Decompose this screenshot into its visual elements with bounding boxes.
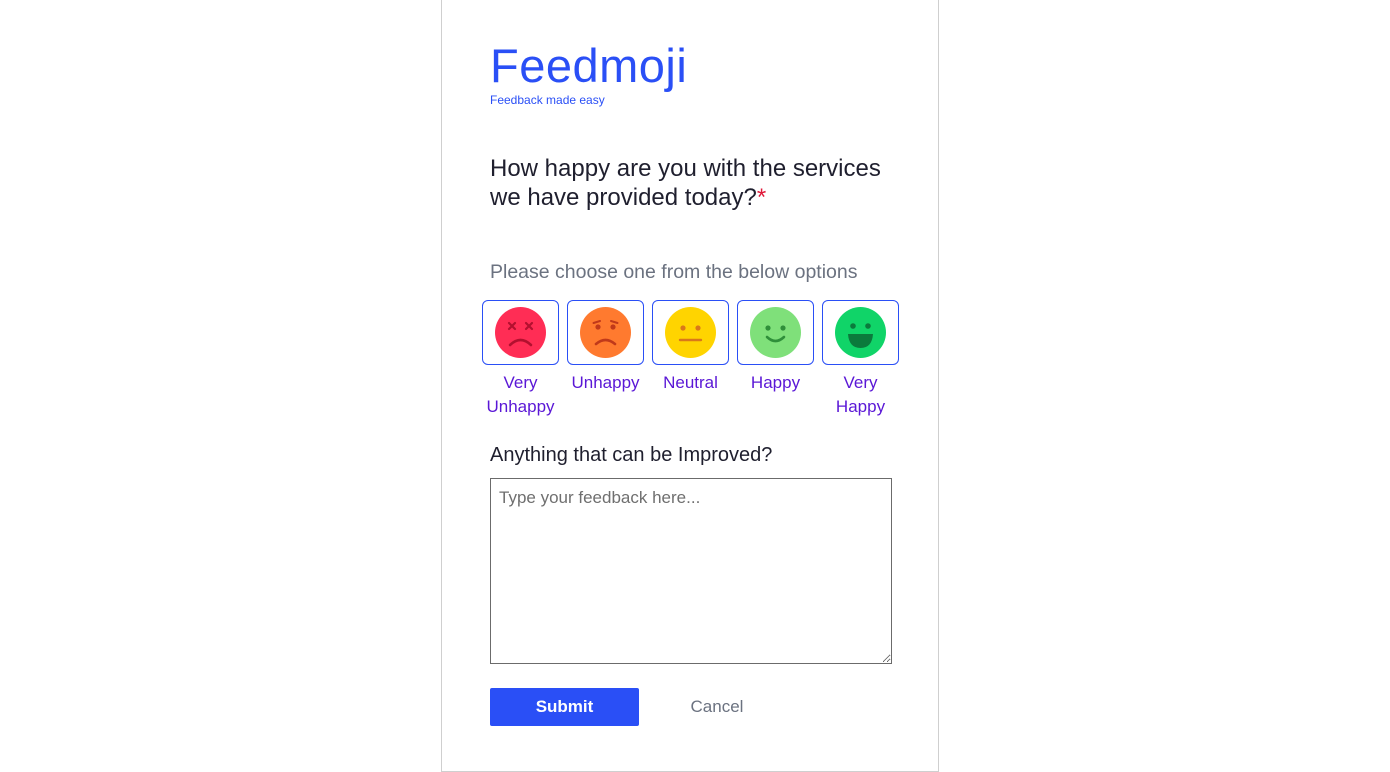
option-box[interactable] [822,300,899,365]
happy-face-icon [750,307,801,358]
improve-label: Anything that can be Improved? [490,444,773,466]
option-box[interactable] [567,300,644,365]
option-box[interactable] [737,300,814,365]
very-happy-face-icon [835,307,886,358]
option-happy[interactable]: Happy [737,300,814,419]
option-label: Very Happy [835,373,886,416]
option-unhappy[interactable]: Unhappy [567,300,644,419]
option-label: Happy [750,373,801,392]
cancel-button[interactable]: Cancel [678,688,756,726]
option-label: Neutral [663,373,718,392]
brand-logo-text: Feedmoji [490,39,688,92]
question-heading: How happy are you with the services we h… [490,154,910,212]
brand-header: Feedmoji Feedback made easy [490,39,687,107]
option-very-happy[interactable]: Very Happy [822,300,899,419]
feedback-textarea[interactable] [490,478,892,664]
brand-tagline: Feedback made easy [490,93,605,107]
option-neutral[interactable]: Neutral [652,300,729,419]
choose-hint: Please choose one from the below options [490,261,858,283]
neutral-face-icon [665,307,716,358]
option-box[interactable] [652,300,729,365]
question-text: How happy are you with the services we h… [490,155,881,211]
option-label: Unhappy [571,373,640,392]
required-marker: * [756,184,767,211]
submit-button[interactable]: Submit [490,688,639,726]
very-unhappy-face-icon [495,307,546,358]
option-box[interactable] [482,300,559,365]
option-label: Very Unhappy [486,373,555,416]
unhappy-face-icon [580,307,631,358]
feedback-card: Feedmoji Feedback made easy How happy ar… [441,0,939,772]
emoji-options: Very Unhappy Unhappy Neutral Happy Very … [482,300,899,419]
option-very-unhappy[interactable]: Very Unhappy [482,300,559,419]
